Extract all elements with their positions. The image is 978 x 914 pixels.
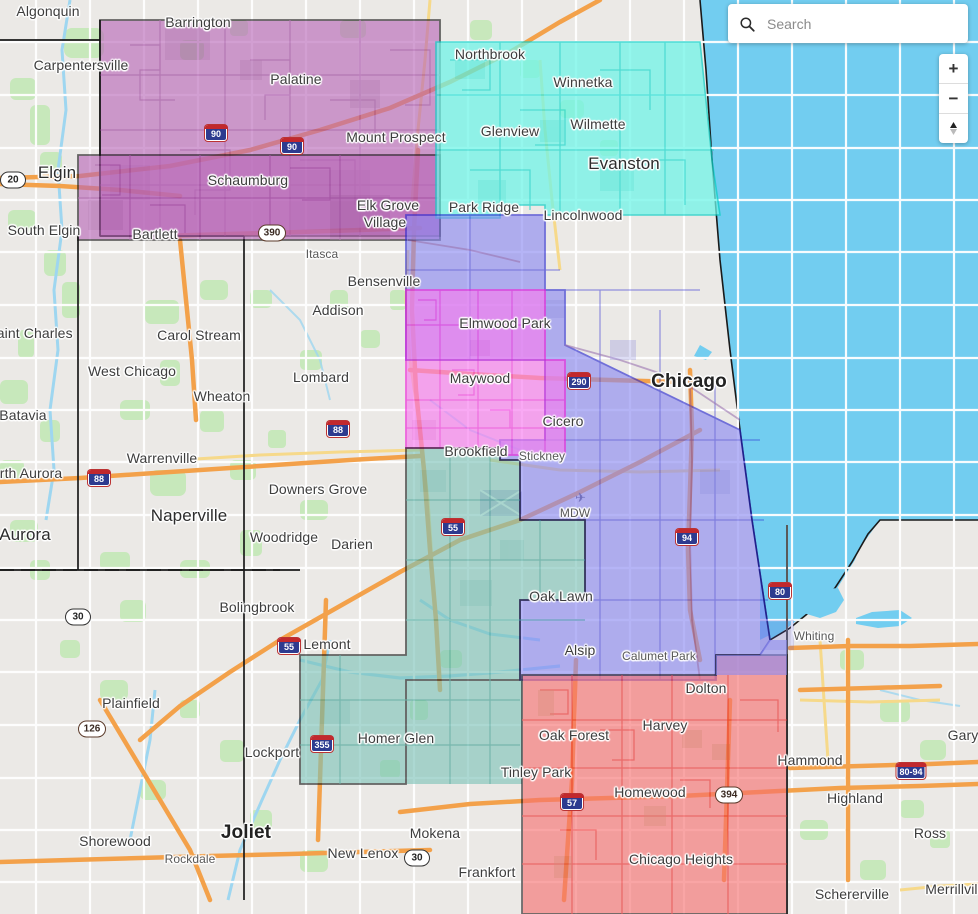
highway-shield-icon: 55 — [277, 637, 301, 654]
highway-shield-label: 55 — [283, 642, 294, 652]
highway-shield-label: 55 — [447, 523, 458, 533]
highway-shield-icon: 80-94 — [895, 762, 927, 779]
minus-icon: − — [948, 89, 959, 108]
highway-shield-icon: 30 — [65, 608, 91, 626]
search-input[interactable] — [765, 14, 958, 33]
compass-icon — [950, 122, 957, 135]
highway-shield-icon: 20 — [0, 171, 26, 189]
highway-shield-label: 30 — [72, 611, 84, 622]
highway-shield-icon: 90 — [204, 124, 228, 141]
highway-shield-label: 355 — [314, 740, 330, 750]
highway-shield-icon: 290 — [567, 372, 591, 389]
highway-shield-icon: 90 — [280, 137, 304, 154]
zoom-in-button[interactable]: + — [939, 54, 968, 84]
highway-shield-icon: 88 — [87, 469, 111, 486]
highway-shield-icon: 88 — [326, 420, 350, 437]
highway-shield-label: 57 — [566, 798, 577, 808]
highway-shield-label: 80-94 — [899, 767, 923, 777]
highway-shield-icon: 55 — [441, 518, 465, 535]
search-box[interactable] — [728, 4, 968, 43]
highway-shield-icon: 57 — [560, 793, 584, 810]
highway-shield-label: 88 — [332, 425, 343, 435]
highway-shield-label: 88 — [93, 474, 104, 484]
map-container[interactable]: ✈ — [0, 0, 978, 914]
highway-shield-icon: 94 — [675, 528, 699, 545]
highway-shield-icon: 394 — [715, 786, 743, 804]
plus-icon: + — [948, 59, 959, 78]
highway-shield-label: 290 — [571, 377, 587, 387]
highway-shield-icon: 355 — [310, 735, 334, 752]
search-icon — [740, 16, 755, 32]
highway-shield-icon: 126 — [78, 720, 106, 738]
highway-shield-icon: 30 — [404, 849, 430, 867]
highway-shield-label: 30 — [411, 852, 423, 863]
highway-shield-label: 80 — [774, 587, 785, 597]
highway-shield-label: 390 — [263, 227, 281, 238]
highway-shield-label: 126 — [83, 723, 101, 734]
highway-shield-label: 20 — [7, 174, 19, 185]
zoom-out-button[interactable]: − — [939, 84, 968, 114]
zoom-controls[interactable]: + − — [939, 54, 968, 143]
highway-shield-icon: 390 — [258, 224, 286, 242]
highway-shield-icon: 80 — [768, 582, 792, 599]
highway-shield-label: 90 — [286, 142, 297, 152]
highway-shields-layer: 90 90 290 88 88 55 94 55 80 355 57 80-94 20 30 30 126 39… — [0, 0, 978, 914]
highway-shield-label: 394 — [720, 789, 738, 800]
highway-shield-label: 94 — [681, 533, 692, 543]
highway-shield-label: 90 — [210, 129, 221, 139]
compass-reset-button[interactable] — [939, 114, 968, 143]
